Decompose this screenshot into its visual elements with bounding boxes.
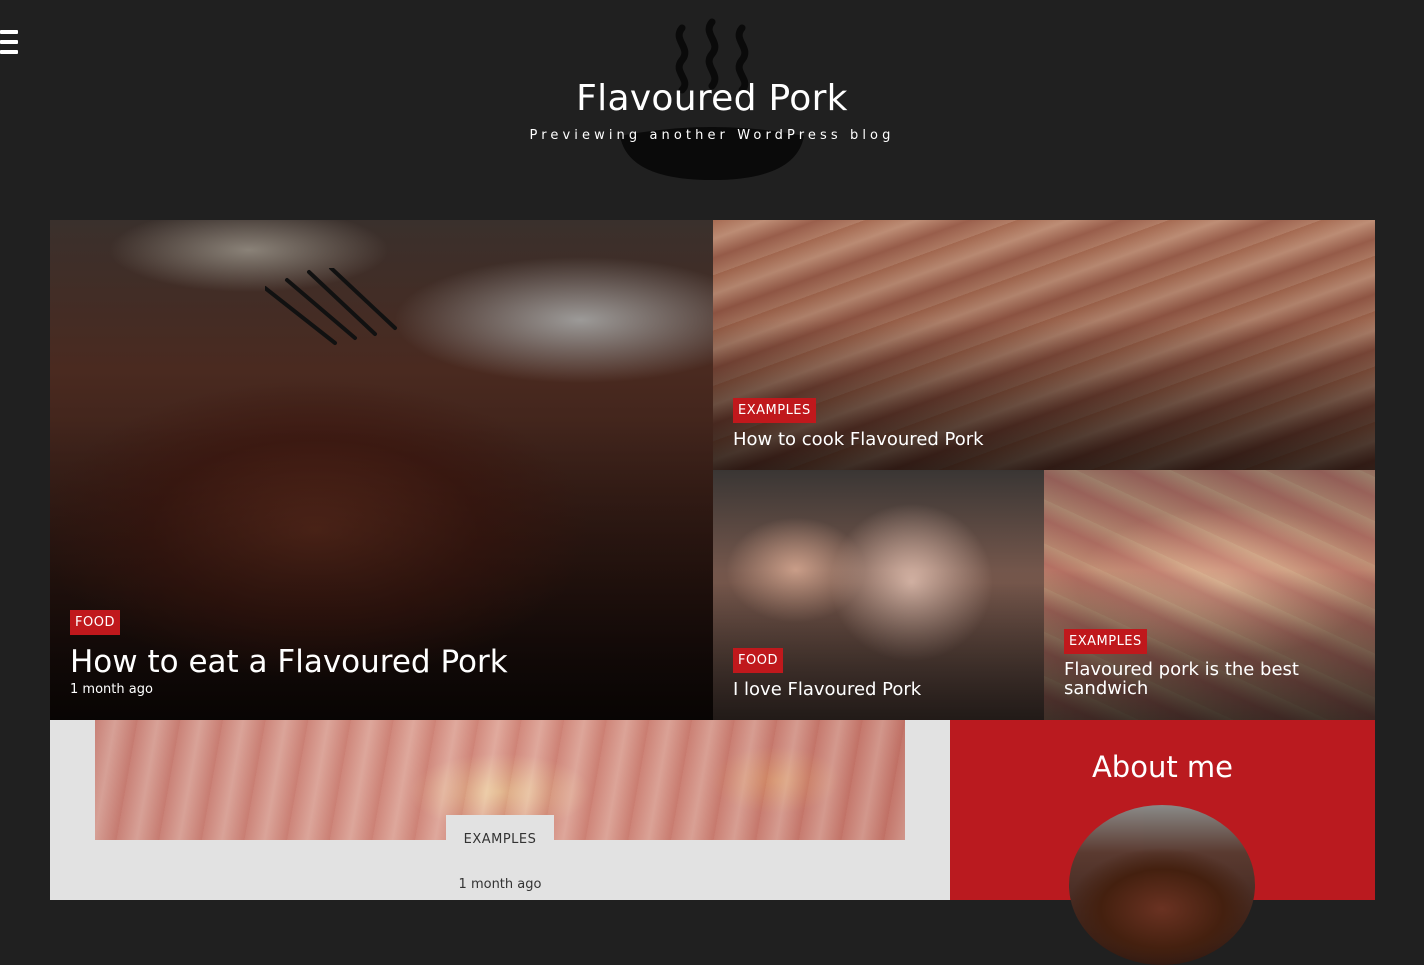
post-card: EXAMPLES 1 month ago	[50, 720, 950, 900]
avatar	[1069, 805, 1255, 965]
site-title[interactable]: Flavoured Pork	[0, 78, 1424, 119]
featured-post-title[interactable]: Flavoured pork is the best sandwich	[1064, 660, 1354, 698]
featured-post[interactable]: EXAMPLES Flavoured pork is the best sand…	[1044, 470, 1375, 720]
post-category-link[interactable]: EXAMPLES	[446, 815, 554, 861]
featured-post-title[interactable]: I love Flavoured Pork	[733, 679, 921, 700]
category-badge[interactable]: EXAMPLES	[733, 398, 816, 423]
widget-title: About me	[1091, 750, 1234, 784]
post-date: 1 month ago	[70, 682, 153, 697]
category-badge[interactable]: EXAMPLES	[1064, 629, 1147, 654]
featured-post-title[interactable]: How to eat a Flavoured Pork	[70, 644, 508, 680]
featured-post[interactable]: EXAMPLES How to cook Flavoured Pork	[713, 220, 1375, 470]
featured-post[interactable]: FOOD I love Flavoured Pork	[713, 470, 1044, 720]
category-badge[interactable]: FOOD	[733, 648, 783, 673]
site-description: Previewing another WordPress blog	[529, 128, 895, 143]
post-date: 1 month ago	[458, 877, 542, 892]
featured-post-title[interactable]: How to cook Flavoured Pork	[733, 429, 984, 450]
menu-toggle-icon[interactable]	[0, 30, 18, 60]
category-badge[interactable]: FOOD	[70, 610, 120, 635]
about-me-widget: About me	[950, 720, 1375, 965]
featured-post-large[interactable]: FOOD How to eat a Flavoured Pork 1 month…	[50, 220, 713, 720]
